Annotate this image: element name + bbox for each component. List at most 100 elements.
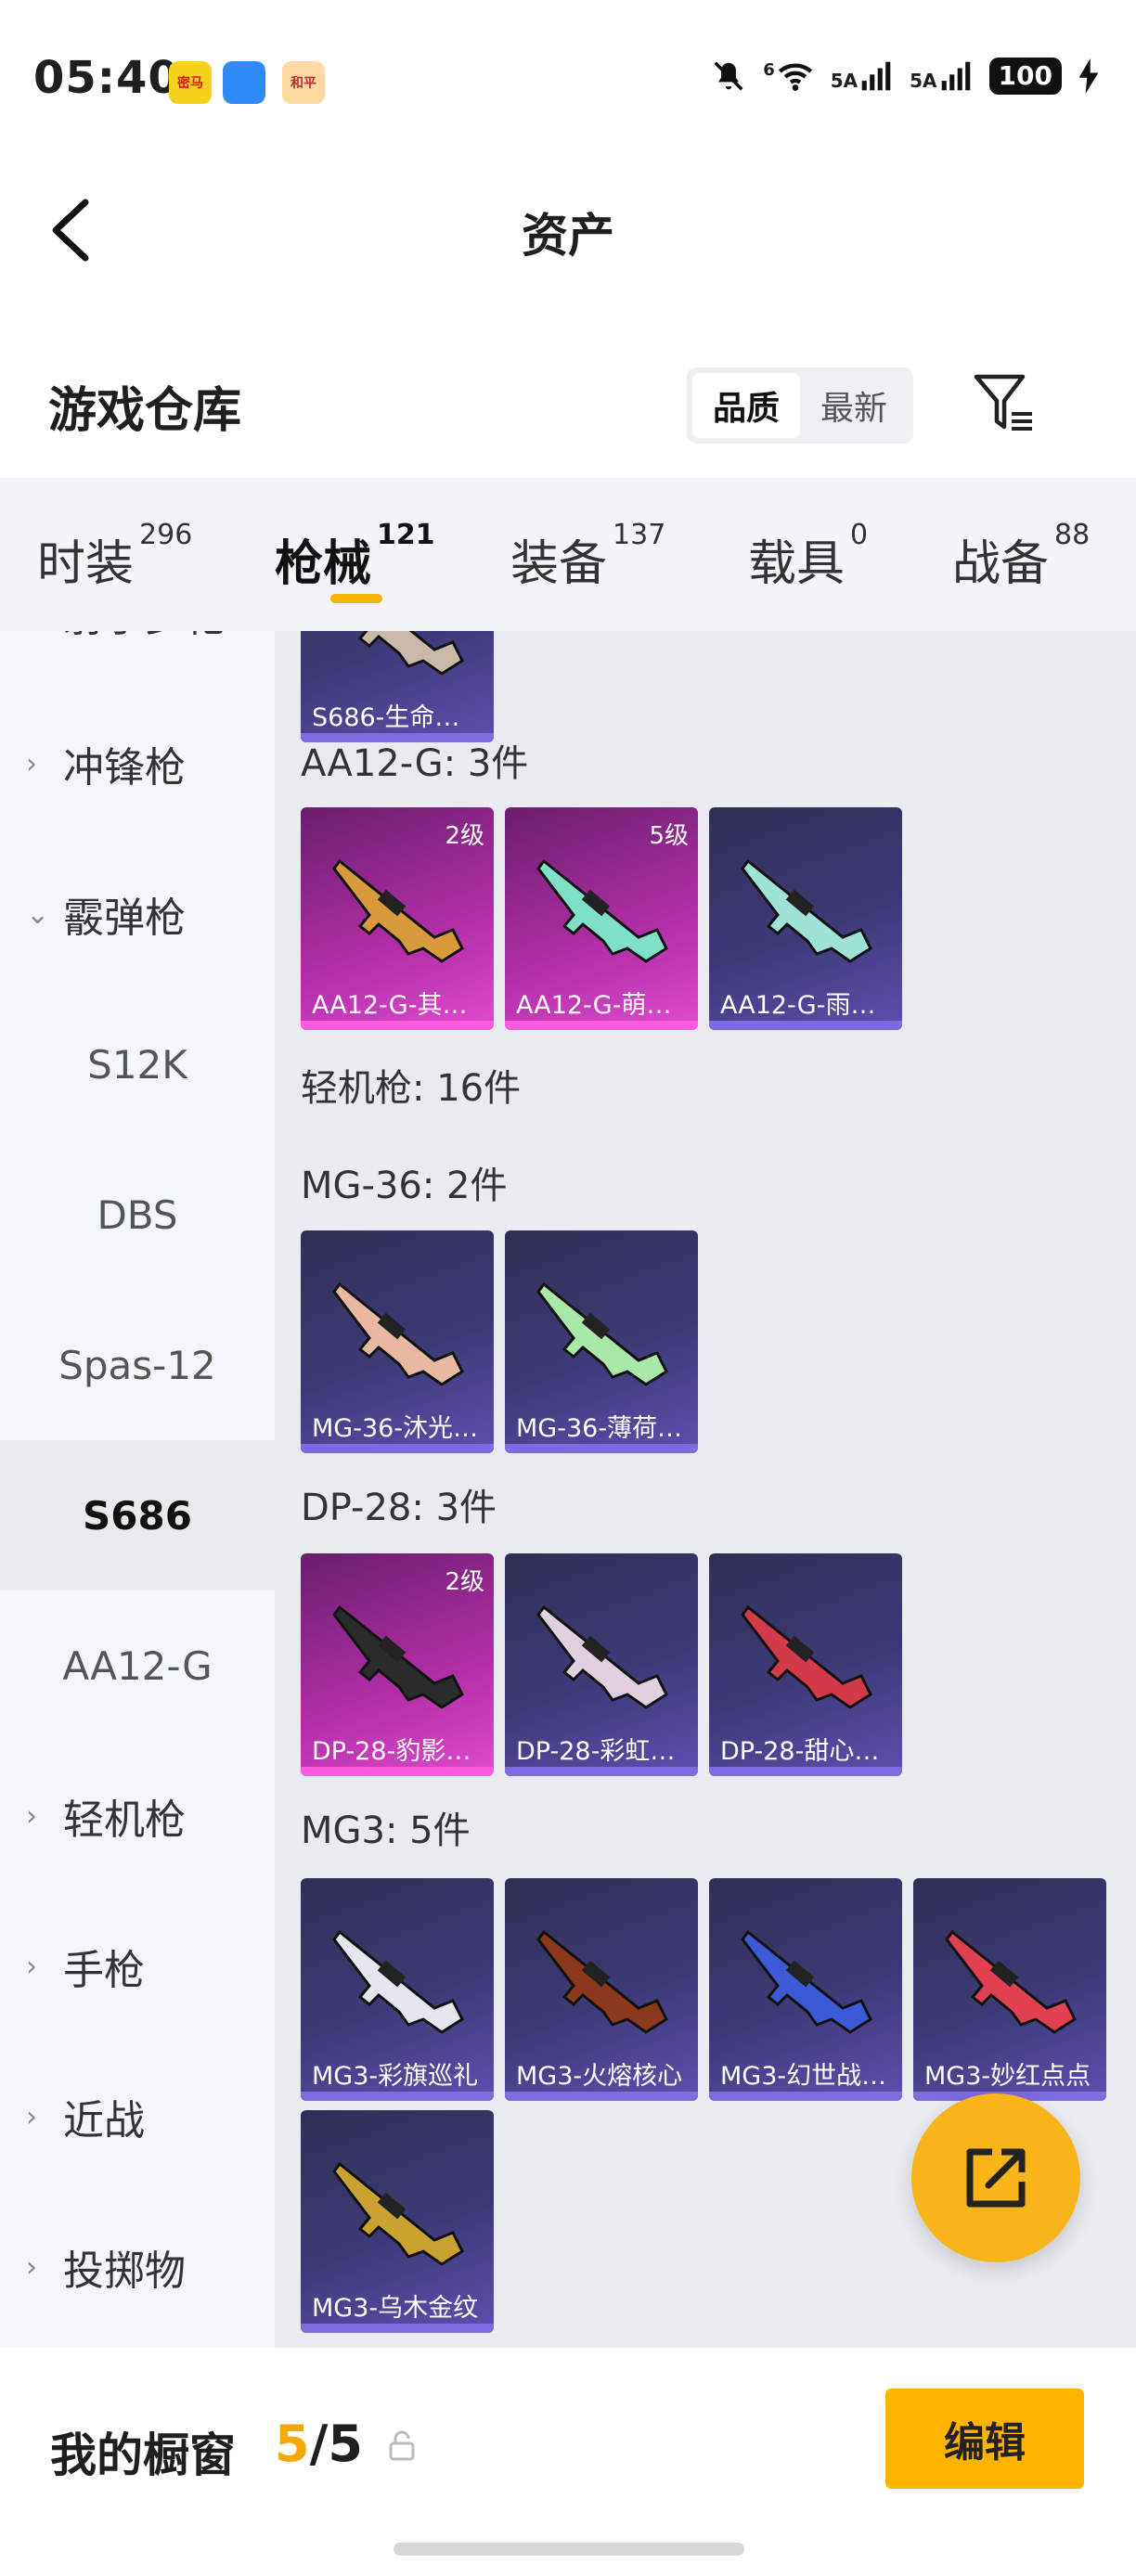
skin-name: MG3-火熔核心 [516, 2062, 683, 2091]
gun-icon [536, 1604, 668, 1709]
sort-option-quality[interactable]: 品质 [692, 373, 800, 438]
status-time: 05:40 [33, 52, 180, 104]
gun-icon [332, 1929, 464, 2034]
level-badge: 2级 [445, 1568, 484, 1596]
level-badge: 2级 [445, 822, 484, 850]
gun-icon [536, 858, 668, 963]
tab-equipment[interactable]: 装备137 [510, 519, 665, 594]
sidebar-item-11[interactable]: › 投掷物 [0, 2192, 275, 2342]
wifi-icon: 6 [763, 60, 814, 92]
chevron-right-icon: › [26, 1799, 37, 1833]
filter-icon[interactable] [971, 369, 1038, 436]
sidebar-item-0[interactable]: ›射手步枪 [0, 631, 275, 689]
share-icon [966, 2148, 1026, 2208]
quality-band [301, 2324, 494, 2333]
app-icon-game: 和平 [282, 61, 325, 104]
sidebar-item-2[interactable]: ⌄ 霰弹枪 [0, 839, 275, 989]
sidebar-item-label: 轻机枪 [63, 1797, 186, 1844]
sort-toggle: 品质 最新 [687, 367, 913, 444]
skin-name: MG-36-沐光… [312, 1414, 479, 1443]
gun-icon [945, 1929, 1077, 2034]
skin-card[interactable]: S686-生命… [301, 631, 494, 742]
chevron-right-icon: › [26, 2250, 37, 2284]
share-button[interactable] [911, 2093, 1080, 2262]
skin-name: MG3-乌木金纹 [312, 2294, 479, 2323]
chevron-down-icon: ⌄ [26, 897, 50, 931]
tab-firearms[interactable]: 枪械121 [275, 519, 435, 594]
gun-icon [332, 858, 464, 963]
charging-icon [1078, 58, 1099, 94]
warehouse-title: 游戏仓库 [48, 383, 242, 439]
home-indicator[interactable] [394, 2543, 744, 2556]
quality-band [505, 1767, 698, 1776]
skin-card[interactable]: MG-36-薄荷… [505, 1230, 698, 1453]
skin-card[interactable]: DP-28-甜心… [709, 1553, 902, 1776]
chevron-right-icon: › [26, 1950, 37, 1983]
signal-icon-1: 5A [831, 60, 893, 92]
category-tabs: 时装296 枪械121 装备137 载具0 战备88 [0, 478, 1136, 631]
tab-supplies[interactable]: 战备88 [952, 519, 1090, 594]
sidebar-item-4[interactable]: DBS [0, 1140, 275, 1290]
quality-band [301, 1767, 494, 1776]
skin-name: AA12-G-其… [312, 991, 468, 1020]
skin-card[interactable]: DP-28-彩虹… [505, 1553, 698, 1776]
skin-name: DP-28-甜心… [720, 1737, 880, 1766]
quality-band [709, 1767, 902, 1776]
sidebar-item-label: Spas-12 [58, 1342, 216, 1388]
sidebar-item-label: 投掷物 [63, 2248, 186, 2295]
sidebar-item-8[interactable]: › 轻机枪 [0, 1741, 275, 1891]
quality-band [505, 2092, 698, 2101]
sidebar-item-label: S686 [83, 1492, 192, 1539]
gun-icon [536, 1929, 668, 2034]
gun-icon [332, 1282, 464, 1386]
edit-button[interactable]: 编辑 [885, 2389, 1084, 2489]
tab-vehicles[interactable]: 载具0 [748, 519, 868, 594]
mute-icon [714, 61, 743, 91]
sidebar-item-6[interactable]: S686 [0, 1440, 275, 1591]
gun-icon [332, 2161, 464, 2266]
group-label: 轻机枪: 16件 [301, 1067, 522, 1110]
sort-option-newest[interactable]: 最新 [800, 373, 908, 438]
skin-card[interactable]: MG3-彩旗巡礼 [301, 1878, 494, 2101]
skin-name: AA12-G-萌… [516, 991, 672, 1020]
skin-card[interactable]: MG3-乌木金纹 [301, 2110, 494, 2333]
skin-card[interactable]: 5级 AA12-G-萌… [505, 807, 698, 1030]
skin-card[interactable]: 2级 DP-28-豹影… [301, 1553, 494, 1776]
lock-icon [389, 2430, 415, 2461]
sidebar-item-10[interactable]: › 近战 [0, 2041, 275, 2192]
sidebar-item-label: 霰弹枪 [63, 895, 186, 942]
sidebar-item-label: 手枪 [63, 1947, 145, 1994]
chevron-right-icon: › [26, 747, 37, 780]
skin-card[interactable]: MG-36-沐光… [301, 1230, 494, 1453]
sidebar-item-label: DBS [97, 1191, 178, 1238]
sidebar-item-1[interactable]: › 冲锋枪 [0, 689, 275, 839]
app-header: 资产 [0, 167, 1136, 278]
quality-band [709, 2092, 902, 2101]
showcase-label: 我的橱窗 [50, 2428, 236, 2482]
skin-card[interactable]: 2级 AA12-G-其… [301, 807, 494, 1030]
skin-card[interactable]: MG3-妙红点点 [913, 1878, 1106, 2101]
group-label: DP-28: 3件 [301, 1487, 497, 1529]
sidebar-item-label: S12K [87, 1041, 187, 1088]
skin-card[interactable]: MG3-幻世战… [709, 1878, 902, 2101]
sidebar-item-3[interactable]: S12K [0, 989, 275, 1140]
sidebar-item-5[interactable]: Spas-12 [0, 1290, 275, 1440]
quality-band [709, 1021, 902, 1030]
gun-icon [741, 1929, 872, 2034]
active-tab-indicator [330, 594, 382, 603]
sidebar-item-label: 冲锋枪 [63, 744, 186, 792]
gun-icon [741, 1604, 872, 1709]
sidebar-item-label: AA12-G [62, 1642, 213, 1689]
gun-icon [536, 1282, 668, 1386]
tab-fashion[interactable]: 时装296 [37, 519, 192, 594]
sidebar-item-label: 近战 [63, 2097, 145, 2145]
skin-name: MG3-幻世战… [720, 2062, 887, 2091]
skin-name: AA12-G-雨… [720, 991, 876, 1020]
status-indicators: 6 5A 5A 100 [711, 58, 1099, 95]
sidebar-item-label: 射手步枪 [63, 631, 226, 643]
gun-icon [357, 631, 464, 676]
sidebar-item-9[interactable]: › 手枪 [0, 1891, 275, 2041]
sidebar-item-7[interactable]: AA12-G [0, 1591, 275, 1741]
skin-card[interactable]: AA12-G-雨… [709, 807, 902, 1030]
skin-card[interactable]: MG3-火熔核心 [505, 1878, 698, 2101]
